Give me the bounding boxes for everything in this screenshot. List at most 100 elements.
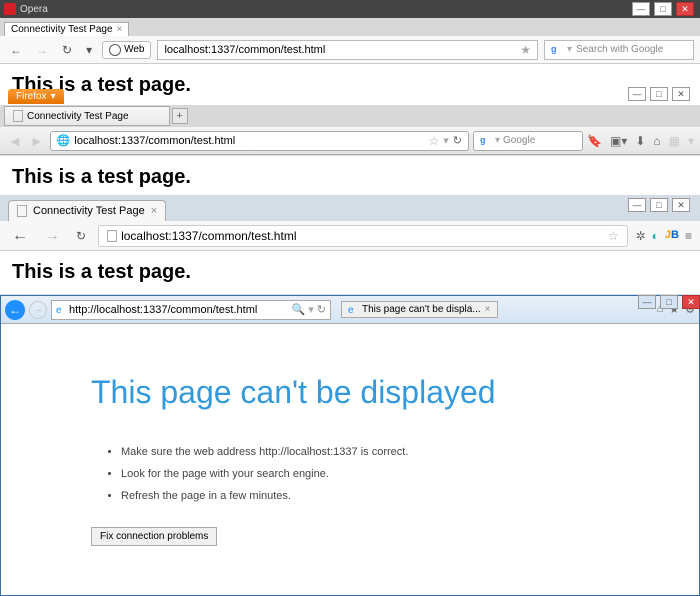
close-button[interactable]: ✕: [672, 198, 690, 212]
dropdown-icon[interactable]: ▾: [82, 41, 96, 59]
ie-window-controls: — □ ✕: [638, 295, 700, 309]
opera-search-box[interactable]: g ▾ Search with Google: [544, 40, 694, 60]
search-icon[interactable]: 🔍: [292, 303, 306, 316]
tab-title: Connectivity Test Page: [11, 24, 113, 35]
opera-toolbar: ← → ↻ ▾ Web localhost:1337/common/test.h…: [0, 36, 700, 64]
opera-tabs: Connectivity Test Page ×: [0, 18, 700, 36]
chrome-tab[interactable]: Connectivity Test Page ×: [8, 200, 166, 221]
close-tab-icon[interactable]: ×: [151, 205, 157, 217]
tab-title: Connectivity Test Page: [33, 205, 145, 217]
firefox-address-bar[interactable]: 🌐 localhost:1337/common/test.html ☆ ▾ ↻: [50, 131, 469, 151]
menu-icon[interactable]: ≡: [685, 229, 692, 243]
url-text: localhost:1337/common/test.html: [121, 229, 604, 243]
bookmarks-dropdown-icon[interactable]: ▣▾: [610, 134, 627, 148]
settings-icon[interactable]: ✲: [636, 229, 646, 243]
url-text: localhost:1337/common/test.html: [164, 44, 325, 56]
chrome-toolbar: ← → ↻ localhost:1337/common/test.html ☆ …: [0, 221, 700, 251]
extension-icon[interactable]: ◐: [652, 229, 659, 243]
suggestion-item: Make sure the web address http://localho…: [121, 441, 609, 463]
page-heading: This is a test page.: [12, 166, 191, 188]
firefox-tabs: Connectivity Test Page +: [0, 105, 700, 127]
maximize-button[interactable]: □: [650, 87, 668, 101]
tab-title: Connectivity Test Page: [27, 111, 129, 122]
ie-icon: e: [56, 305, 66, 315]
minimize-button[interactable]: —: [638, 295, 656, 309]
new-tab-button[interactable]: +: [172, 108, 188, 124]
bookmark-star-icon[interactable]: ☆: [608, 229, 619, 243]
error-suggestions: Make sure the web address http://localho…: [91, 441, 609, 507]
firefox-menu-button[interactable]: Firefox▾: [8, 89, 64, 104]
firefox-tab[interactable]: Connectivity Test Page: [4, 106, 170, 126]
tab-title: This page can't be displa...: [362, 304, 481, 315]
search-placeholder: Search with Google: [576, 44, 663, 55]
forward-button[interactable]: →: [29, 301, 47, 319]
chrome-extensions: ✲ ◐ JB ≡: [636, 229, 692, 243]
ie-icon: e: [348, 305, 358, 315]
reload-button[interactable]: ↻: [72, 227, 90, 245]
minimize-button[interactable]: —: [628, 87, 646, 101]
google-icon: g: [480, 135, 492, 147]
web-button[interactable]: Web: [102, 41, 151, 59]
reload-button[interactable]: ↻: [58, 41, 76, 59]
globe-icon: 🌐: [57, 134, 71, 147]
ie-error-page: This page can't be displayed Make sure t…: [1, 324, 699, 596]
page-heading: This is a test page.: [12, 261, 191, 283]
close-button[interactable]: ✕: [676, 2, 694, 16]
ie-address-bar[interactable]: e http://localhost:1337/common/test.html…: [51, 300, 331, 320]
forward-button[interactable]: →: [32, 41, 52, 59]
bookmark-star-icon[interactable]: ★: [520, 43, 531, 57]
url-text: http://localhost:1337/common/test.html: [69, 304, 289, 316]
page-icon: [17, 205, 27, 217]
refresh-icon[interactable]: ↻: [317, 303, 326, 316]
close-button[interactable]: ✕: [672, 87, 690, 101]
suggestion-item: Refresh the page in a few minutes.: [121, 485, 609, 507]
maximize-button[interactable]: □: [654, 2, 672, 16]
firefox-header: Firefox▾: [0, 87, 700, 105]
google-icon: g: [551, 44, 563, 56]
firefox-window-controls: — □ ✕: [628, 87, 690, 101]
suggestion-item: Look for the page with your search engin…: [121, 463, 609, 485]
fix-connection-button[interactable]: Fix connection problems: [91, 527, 217, 546]
opera-app-name: Opera: [20, 4, 48, 15]
close-button[interactable]: ✕: [682, 295, 700, 309]
forward-button[interactable]: ►: [28, 131, 46, 151]
chrome-tabs: Connectivity Test Page ×: [0, 195, 700, 221]
back-button[interactable]: ←: [6, 41, 26, 59]
page-icon: [107, 230, 117, 242]
opera-titlebar: Opera: [0, 0, 700, 18]
chrome-window-controls: — □ ✕: [628, 198, 690, 212]
settings-icon[interactable]: ▾: [688, 134, 694, 148]
home-icon[interactable]: ⌂: [653, 134, 660, 148]
back-button[interactable]: ←: [8, 225, 32, 247]
opera-window-controls: — □ ✕: [632, 2, 694, 16]
opera-tab[interactable]: Connectivity Test Page ×: [4, 22, 129, 36]
download-icon[interactable]: ⬇: [635, 134, 645, 148]
opera-address-bar[interactable]: localhost:1337/common/test.html ★: [157, 40, 538, 60]
forward-button[interactable]: →: [40, 225, 64, 247]
firefox-search-box[interactable]: g▾ Google: [473, 131, 583, 151]
maximize-button[interactable]: □: [660, 295, 678, 309]
ie-tab[interactable]: e This page can't be displa... ×: [341, 301, 498, 318]
bookmark-icon[interactable]: 🔖: [587, 134, 602, 148]
firefox-toolbar-icons: 🔖 ▣▾ ⬇ ⌂ ▦ ▾: [587, 134, 694, 148]
minimize-button[interactable]: —: [632, 2, 650, 16]
page-icon: [13, 110, 23, 122]
back-button[interactable]: ←: [5, 300, 25, 320]
chrome-page-content: This is a test page.: [0, 251, 700, 294]
error-heading: This page can't be displayed: [91, 374, 609, 411]
bookmark-star-icon[interactable]: ☆: [428, 134, 439, 148]
ie-toolbar: ← → e http://localhost:1337/common/test.…: [1, 296, 699, 324]
close-tab-icon[interactable]: ×: [117, 24, 123, 35]
firefox-page-content: This is a test page.: [0, 156, 700, 199]
jetbrains-icon[interactable]: JB: [665, 229, 679, 243]
back-button[interactable]: ◄: [6, 131, 24, 151]
url-text: localhost:1337/common/test.html: [74, 135, 424, 147]
chrome-address-bar[interactable]: localhost:1337/common/test.html ☆: [98, 225, 628, 247]
feed-icon[interactable]: ▦: [669, 134, 680, 148]
close-tab-icon[interactable]: ×: [485, 304, 491, 315]
ie-window: — □ ✕ ← → e http://localhost:1337/common…: [0, 295, 700, 596]
reload-button[interactable]: ↻: [453, 134, 462, 147]
maximize-button[interactable]: □: [650, 198, 668, 212]
opera-icon: [4, 3, 16, 15]
minimize-button[interactable]: —: [628, 198, 646, 212]
